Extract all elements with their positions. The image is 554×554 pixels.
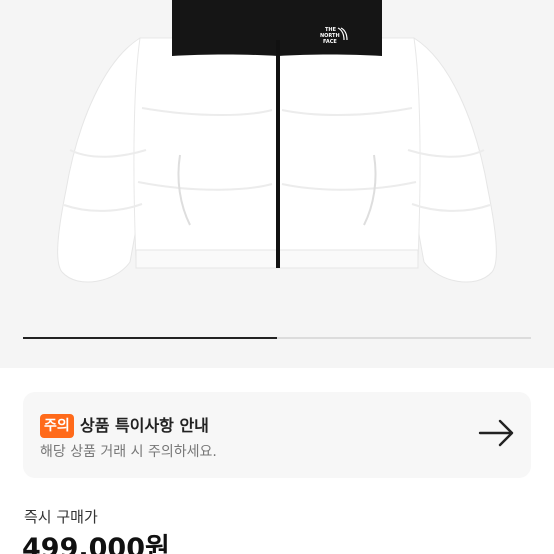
carousel-progress-track [23, 337, 531, 339]
product-image-area[interactable]: THE NORTH FACE [0, 0, 554, 368]
product-jacket-image: THE NORTH FACE [57, 0, 497, 283]
notice-title: 상품 특이사항 안내 [80, 416, 209, 435]
instant-buy-price-label: 즉시 구매가 [24, 508, 98, 526]
arrow-right-icon[interactable] [477, 418, 517, 448]
instant-buy-price-value: 499,000원 [22, 533, 170, 554]
svg-text:FACE: FACE [323, 39, 337, 45]
notice-description: 해당 상품 거래 시 주의하세요. [40, 444, 217, 460]
carousel-progress-fill [23, 337, 277, 339]
caution-badge: 주의 [40, 414, 74, 438]
notice-card[interactable]: 주의 상품 특이사항 안내 해당 상품 거래 시 주의하세요. [23, 392, 531, 478]
